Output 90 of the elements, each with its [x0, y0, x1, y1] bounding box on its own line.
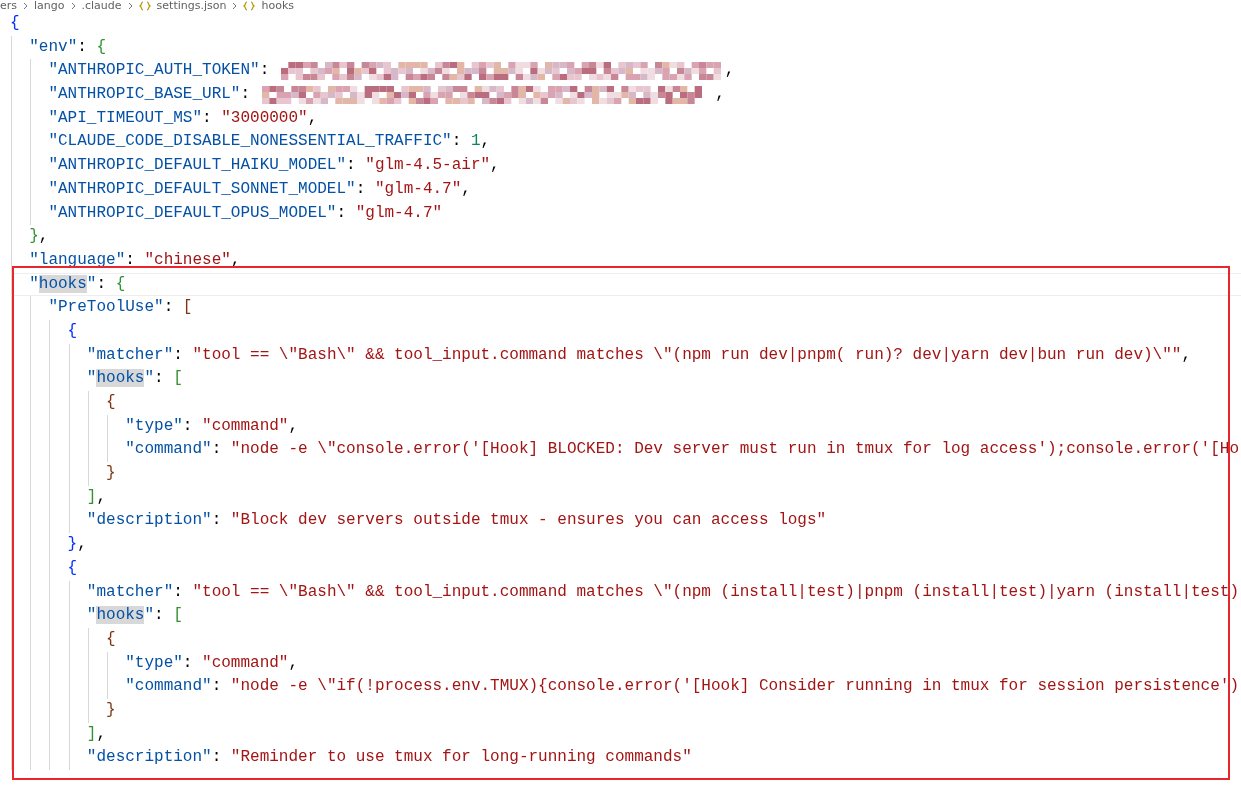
- string-value: "glm-4.7": [374, 178, 462, 200]
- json-key: "ANTHROPIC_BASE_URL": [48, 83, 241, 107]
- punctuation: ,: [1181, 344, 1192, 366]
- json-key: "env": [29, 35, 78, 60]
- chevron-icon: [70, 2, 76, 10]
- punctuation: ,: [490, 155, 500, 177]
- punctuation: :: [163, 297, 175, 319]
- braces-icon: [138, 1, 151, 11]
- bracket: ]: [86, 486, 97, 508]
- json-key: "command": [125, 675, 212, 699]
- punctuation: :: [173, 581, 184, 603]
- punctuation: :: [259, 60, 271, 82]
- punctuation: :: [154, 605, 165, 627]
- breadcrumb-item[interactable]: .claude: [81, 0, 122, 12]
- breadcrumb-item[interactable]: ers: [0, 0, 18, 12]
- breadcrumb-item[interactable]: hooks: [261, 0, 294, 12]
- bracket: {: [10, 13, 20, 34]
- punctuation: :: [355, 178, 367, 200]
- punctuation: :: [211, 510, 223, 532]
- json-key: "language": [29, 248, 126, 273]
- punctuation: ,: [38, 226, 49, 248]
- chevron-icon: [127, 2, 133, 10]
- punctuation: ,: [77, 534, 87, 556]
- json-key: "ANTHROPIC_AUTH_TOKEN": [48, 59, 260, 84]
- punctuation: ,: [714, 84, 725, 106]
- bracket: }: [29, 226, 39, 248]
- string-value: "glm-4.5-air": [365, 155, 491, 177]
- json-key: "CLAUDE_CODE_DISABLE_NONESSENTIAL_TRAFFIC": [48, 130, 452, 155]
- punctuation: :: [154, 368, 165, 390]
- json-key: "ANTHROPIC_DEFAULT_OPUS_MODEL": [48, 201, 337, 226]
- bracket: }: [67, 534, 78, 556]
- punctuation: :: [125, 249, 136, 271]
- punctuation: :: [451, 131, 463, 153]
- punctuation: :: [336, 202, 348, 224]
- punctuation: :: [96, 273, 108, 295]
- bracket: {: [67, 320, 78, 342]
- punctuation: ,: [307, 107, 318, 129]
- json-key: "ANTHROPIC_DEFAULT_SONNET_MODEL": [48, 177, 356, 202]
- string-value: "Block dev servers outside tmux - ensures you can access logs": [230, 510, 827, 532]
- punctuation: ,: [724, 60, 735, 82]
- json-key: "description": [86, 509, 212, 534]
- bracket: {: [106, 628, 116, 650]
- breadcrumb-item[interactable]: settings.json: [156, 0, 227, 12]
- punctuation: :: [182, 415, 194, 437]
- string-value: "chinese": [144, 249, 231, 271]
- bracket: }: [106, 463, 116, 485]
- json-key: "type": [125, 414, 183, 439]
- json-key: "matcher": [86, 343, 174, 368]
- json-key: "command": [125, 438, 212, 463]
- braces-icon: [243, 1, 256, 11]
- punctuation: ,: [96, 486, 107, 508]
- punctuation: :: [182, 652, 194, 674]
- string-value: "command": [202, 652, 289, 674]
- punctuation: :: [173, 344, 184, 366]
- bracket: }: [106, 699, 116, 721]
- bracket: {: [115, 273, 126, 295]
- json-key: "API_TIMEOUT_MS": [48, 106, 203, 131]
- punctuation: :: [77, 36, 88, 58]
- bracket: [: [173, 605, 183, 627]
- string-value: "command": [202, 415, 289, 437]
- number-value: 1: [470, 131, 481, 153]
- chevron-icon: [232, 2, 238, 10]
- string-value: "3000000": [221, 107, 308, 129]
- punctuation: :: [211, 439, 223, 461]
- punctuation: :: [202, 107, 213, 129]
- punctuation: ,: [480, 131, 491, 153]
- punctuation: ,: [96, 723, 107, 745]
- breadcrumb-item[interactable]: lango: [34, 0, 65, 12]
- json-key: "description": [86, 746, 212, 770]
- punctuation: :: [346, 155, 357, 177]
- json-key: "type": [125, 651, 183, 676]
- bracket: {: [106, 392, 116, 413]
- json-key: "PreToolUse": [48, 296, 164, 320]
- punctuation: :: [211, 676, 223, 698]
- chevron-icon: [23, 2, 29, 10]
- string-value: "Reminder to use tmux for long-running commands": [230, 747, 692, 769]
- json-key: "ANTHROPIC_DEFAULT_HAIKU_MODEL": [48, 154, 347, 178]
- bracket: {: [67, 557, 78, 579]
- bracket: [: [182, 297, 193, 319]
- json-key: "matcher": [86, 580, 174, 605]
- bracket: ]: [86, 723, 97, 745]
- string-value: "tool == \"Bash\" && tool_input.command matches \"(npm run dev|pnpm( run)? dev|yarn dev|bun run dev)\"": [192, 344, 1182, 366]
- punctuation: :: [211, 747, 223, 769]
- punctuation: ,: [288, 652, 299, 674]
- punctuation: ,: [288, 415, 299, 437]
- punctuation: ,: [461, 178, 471, 200]
- punctuation: :: [240, 84, 252, 106]
- bracket: [: [173, 368, 183, 390]
- bracket: {: [96, 36, 107, 58]
- string-value: "glm-4.7": [355, 202, 443, 224]
